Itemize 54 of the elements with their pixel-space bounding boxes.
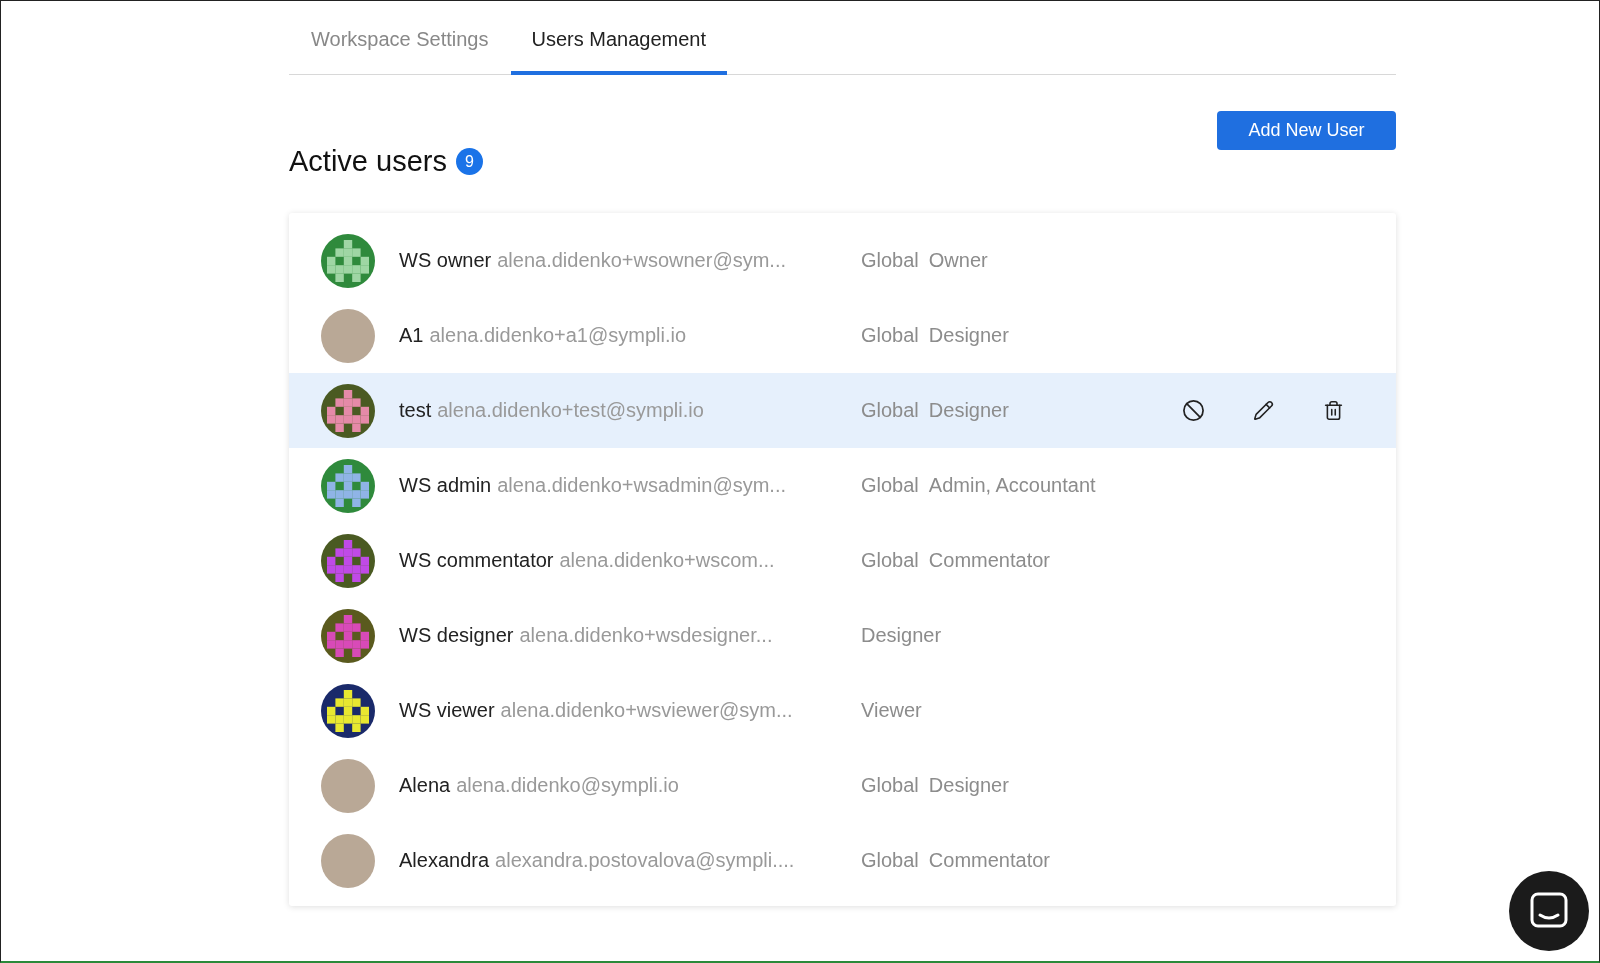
user-row[interactable]: WS owner alena.didenko+wsowner@sym... Global Owner (289, 223, 1396, 298)
user-role: Viewer (861, 699, 922, 722)
user-role: Designer (928, 774, 1009, 797)
user-role: Admin, Accountant (928, 474, 1096, 497)
user-email: alena.didenko+wsadmin@sym... (497, 474, 787, 497)
count-badge: 9 (455, 148, 483, 175)
user-scope: Global (861, 774, 919, 797)
user-name: WS owner (399, 249, 492, 272)
user-email: alena.didenko+wscom... (559, 549, 775, 572)
user-row[interactable]: WS commentator alena.didenko+wscom... Global Commentator (289, 523, 1396, 598)
user-role: Commentator (928, 849, 1050, 872)
user-email: alena.didenko+wsowner@sym... (497, 249, 787, 272)
user-name: Alena (399, 774, 451, 797)
user-email: alena.didenko+wsviewer@sym... (500, 699, 793, 722)
user-row[interactable]: WS viewer alena.didenko+wsviewer@sym... Viewer (289, 673, 1396, 748)
section-title: Active users (289, 145, 447, 178)
user-email: alexandra.postovalova@sympli.... (495, 849, 795, 872)
user-name: test (399, 399, 432, 422)
user-scope: Global (861, 324, 919, 347)
user-scope: Global (861, 549, 919, 572)
user-row[interactable]: Alexandra alexandra.postovalova@sympli.... Global Commentator (289, 823, 1396, 898)
user-email: alena.didenko@sympli.io (456, 774, 679, 797)
chat-icon (1529, 891, 1569, 931)
user-role: Designer (861, 624, 942, 647)
user-name: WS viewer (399, 699, 495, 722)
user-row[interactable]: A1 alena.didenko+a1@sympli.io Global Designer (289, 298, 1396, 373)
photo-placeholder (321, 308, 375, 363)
user-role: Owner (928, 249, 988, 272)
user-email: alena.didenko+wsdesigner... (519, 624, 773, 647)
user-role: Designer (928, 399, 1009, 422)
user-name: A1 (399, 324, 424, 347)
add-user-button[interactable]: Add New User (1217, 111, 1396, 150)
user-role: Designer (928, 324, 1009, 347)
user-email: alena.didenko+test@sympli.io (437, 399, 704, 422)
user-role: Commentator (928, 549, 1050, 572)
user-scope: Global (861, 399, 919, 422)
tab[interactable]: Users Management (510, 2, 728, 75)
tab[interactable]: Workspace Settings (289, 2, 511, 75)
user-row[interactable]: test alena.didenko+test@sympli.io Global Designer (289, 373, 1396, 448)
user-name: Alexandra (399, 849, 490, 872)
user-row[interactable]: WS designer alena.didenko+wsdesigner... Designer (289, 598, 1396, 673)
user-scope: Global (861, 474, 919, 497)
user-name: WS commentator (399, 549, 554, 572)
user-email: alena.didenko+a1@sympli.io (429, 324, 687, 347)
user-name: WS designer (399, 624, 514, 647)
user-row[interactable]: WS admin alena.didenko+wsadmin@sym... Global Admin, Accountant (289, 448, 1396, 523)
user-row[interactable]: Alena alena.didenko@sympli.io Global Designer (289, 748, 1396, 823)
user-scope: Global (861, 249, 919, 272)
user-scope: Global (861, 849, 919, 872)
edit-icon[interactable] (1251, 398, 1276, 423)
photo-placeholder (321, 758, 375, 813)
photo-placeholder (321, 833, 375, 888)
deactivate-icon[interactable] (1181, 398, 1206, 423)
user-name: WS admin (399, 474, 492, 497)
